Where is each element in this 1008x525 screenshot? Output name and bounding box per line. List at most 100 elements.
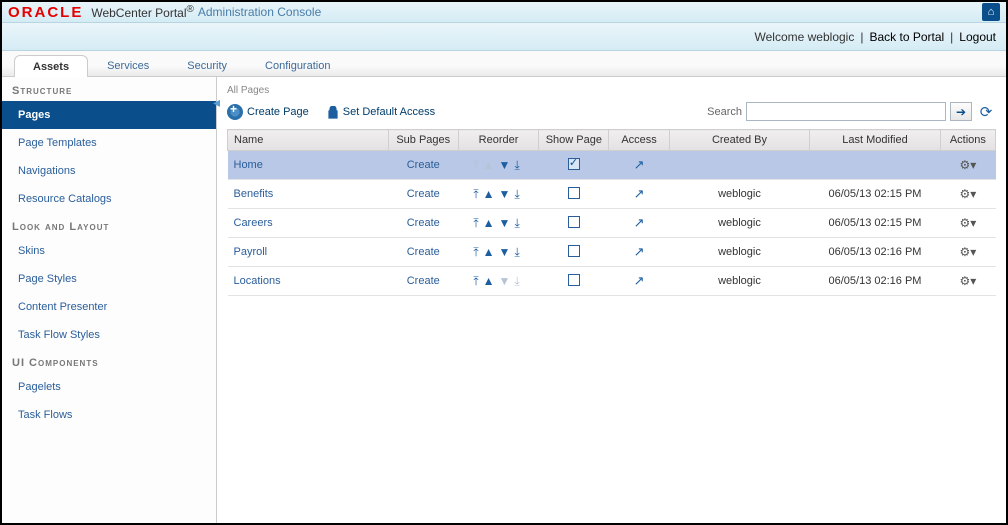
move-up-icon[interactable]: ▲: [483, 216, 499, 230]
tab-configuration[interactable]: Configuration: [246, 54, 349, 76]
move-down-icon[interactable]: ▼: [499, 158, 515, 172]
move-up-icon[interactable]: ▲: [483, 245, 499, 259]
set-default-access-button[interactable]: Set Default Access: [327, 106, 435, 118]
sidebar-item-skins[interactable]: Skins: [2, 237, 216, 265]
move-bottom-icon[interactable]: ⤓: [514, 158, 523, 172]
help-icon[interactable]: ⌂: [982, 3, 1000, 21]
page-name-link[interactable]: Home: [234, 159, 263, 171]
access-icon[interactable]: ↗: [634, 273, 645, 288]
col-subpages[interactable]: Sub Pages: [388, 130, 458, 151]
show-page-checkbox[interactable]: [568, 274, 580, 286]
access-icon[interactable]: ↗: [634, 157, 645, 172]
page-name-link[interactable]: Locations: [234, 275, 281, 287]
search-wrap: Search ➔ ⟳: [707, 102, 996, 121]
actions-menu[interactable]: ⚙▾: [959, 158, 976, 172]
page-name-link[interactable]: Payroll: [234, 246, 268, 258]
header-bar: ORACLE WebCenter Portal® Administration …: [2, 2, 1006, 23]
created-by: weblogic: [669, 238, 810, 267]
col-access[interactable]: Access: [609, 130, 669, 151]
sidebar-item-resource-catalogs[interactable]: Resource Catalogs: [2, 185, 216, 213]
tabs-row: AssetsServicesSecurityConfiguration: [2, 51, 1006, 77]
create-page-button[interactable]: Create Page: [227, 104, 309, 120]
sidebar-item-pages[interactable]: Pages: [2, 101, 216, 129]
create-page-icon: [227, 104, 243, 120]
sidebar-item-task-flows[interactable]: Task Flows: [2, 401, 216, 429]
collapse-sidebar-icon[interactable]: ◂: [213, 95, 220, 109]
col-lastmodified[interactable]: Last Modified: [810, 130, 941, 151]
search-go-button[interactable]: ➔: [950, 102, 972, 121]
show-page-checkbox[interactable]: [568, 245, 580, 257]
tab-assets[interactable]: Assets: [14, 55, 88, 77]
back-to-portal-link[interactable]: Back to Portal: [869, 30, 944, 44]
actions-menu[interactable]: ⚙▾: [959, 187, 976, 201]
move-top-icon[interactable]: ⤒: [473, 216, 482, 230]
refresh-icon[interactable]: ⟳: [976, 102, 996, 121]
col-reorder[interactable]: Reorder: [458, 130, 538, 151]
move-bottom-icon[interactable]: ⤓: [514, 245, 523, 259]
create-subpage-link[interactable]: Create: [407, 275, 440, 287]
move-bottom-icon[interactable]: ⤓: [514, 216, 523, 230]
move-up-icon[interactable]: ▲: [483, 274, 499, 288]
sidebar-item-page-templates[interactable]: Page Templates: [2, 129, 216, 157]
created-by: weblogic: [669, 180, 810, 209]
page-name-link[interactable]: Benefits: [234, 188, 274, 200]
sidebar-item-pagelets[interactable]: Pagelets: [2, 373, 216, 401]
move-top-icon[interactable]: ⤒: [473, 187, 482, 201]
sidebar-group: UI Components: [2, 349, 216, 373]
search-input[interactable]: [746, 102, 946, 121]
page-name-link[interactable]: Careers: [234, 217, 273, 229]
last-modified: 06/05/13 02:16 PM: [810, 238, 941, 267]
col-actions[interactable]: Actions: [940, 130, 995, 151]
welcome-text: Welcome weblogic: [755, 30, 855, 44]
move-up-icon[interactable]: ▲: [483, 187, 499, 201]
move-down-icon: ▼: [499, 274, 515, 288]
table-row[interactable]: Benefits Create ⤒▲▼⤓ ↗ weblogic06/05/13 02:1…: [228, 180, 996, 209]
show-page-checkbox[interactable]: [568, 158, 580, 170]
sidebar-item-page-styles[interactable]: Page Styles: [2, 265, 216, 293]
breadcrumb: All Pages: [227, 85, 996, 96]
table-row[interactable]: Payroll Create ⤒▲▼⤓ ↗ weblogic06/05/13 02:16…: [228, 238, 996, 267]
show-page-checkbox[interactable]: [568, 216, 580, 228]
last-modified: 06/05/13 02:15 PM: [810, 209, 941, 238]
table-row[interactable]: CareersCreate⤒▲▼⤓↗weblogic06/05/13 02:15…: [228, 209, 996, 238]
move-bottom-icon: ⤓: [514, 274, 523, 288]
col-createdby[interactable]: Created By: [669, 130, 810, 151]
last-modified: [810, 151, 941, 180]
move-down-icon[interactable]: ▼: [499, 187, 515, 201]
sidebar-item-task-flow-styles[interactable]: Task Flow Styles: [2, 321, 216, 349]
actions-menu[interactable]: ⚙▾: [959, 245, 976, 259]
sidebar-item-content-presenter[interactable]: Content Presenter: [2, 293, 216, 321]
tab-services[interactable]: Services: [88, 54, 168, 76]
tab-security[interactable]: Security: [168, 54, 246, 76]
sidebar-group: Structure: [2, 77, 216, 101]
table-row[interactable]: Home Create ⤒▲▼⤓ ↗ ⚙▾: [228, 151, 996, 180]
sidebar-group: Look and Layout: [2, 213, 216, 237]
last-modified: 06/05/13 02:15 PM: [810, 180, 941, 209]
sidebar-item-navigations[interactable]: Navigations: [2, 157, 216, 185]
move-top-icon: ⤒: [473, 158, 482, 172]
col-showpage[interactable]: Show Page: [539, 130, 609, 151]
access-icon[interactable]: ↗: [634, 186, 645, 201]
move-top-icon[interactable]: ⤒: [473, 245, 482, 259]
logout-link[interactable]: Logout: [959, 30, 996, 44]
access-icon[interactable]: ↗: [634, 244, 645, 259]
col-name[interactable]: Name: [228, 130, 389, 151]
toolbar: Create Page Set Default Access Search ➔ …: [227, 102, 996, 121]
actions-menu[interactable]: ⚙▾: [959, 216, 976, 230]
content-area: ◂ All Pages Create Page Set Default Acce…: [217, 77, 1006, 523]
move-down-icon[interactable]: ▼: [499, 245, 515, 259]
show-page-checkbox[interactable]: [568, 187, 580, 199]
table-row[interactable]: LocationsCreate⤒▲▼⤓↗weblogic06/05/13 02:…: [228, 267, 996, 296]
access-icon[interactable]: ↗: [634, 215, 645, 230]
create-subpage-link[interactable]: Create: [407, 246, 440, 258]
product-name: WebCenter Portal®: [91, 4, 194, 20]
create-subpage-link[interactable]: Create: [407, 188, 440, 200]
pages-table: Name Sub Pages Reorder Show Page Access …: [227, 129, 996, 296]
create-subpage-link[interactable]: Create: [407, 159, 440, 171]
create-subpage-link[interactable]: Create: [407, 217, 440, 229]
actions-menu[interactable]: ⚙▾: [959, 274, 976, 288]
move-down-icon[interactable]: ▼: [499, 216, 515, 230]
move-top-icon[interactable]: ⤒: [473, 274, 482, 288]
move-bottom-icon[interactable]: ⤓: [514, 187, 523, 201]
move-up-icon: ▲: [483, 158, 499, 172]
